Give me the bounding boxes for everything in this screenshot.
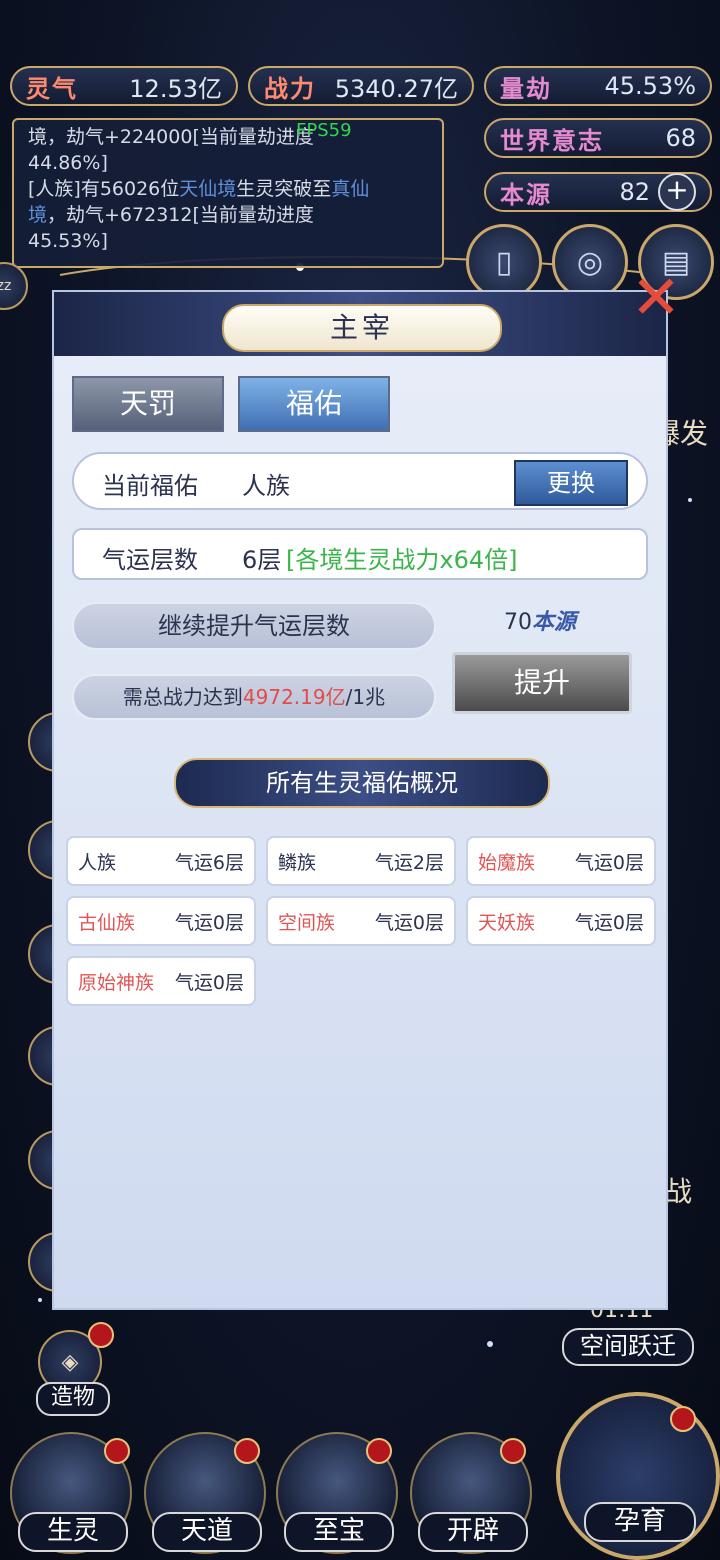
current-blessing-label: 当前福佑 [102,472,198,500]
zhuzai-dialog: 主宰 天罚 福佑 当前福佑 人族 更换 气运层数 6层 [各境生灵战力x64倍]… [54,292,666,1308]
fps-counter: FPS59 [296,120,352,141]
race-name: 人族 [78,851,117,874]
benyuan-label: 本源 [500,180,552,209]
benyuan-stat: 本源 82 + [484,172,712,212]
race-card[interactable]: 鳞族 气运2层 [266,836,456,886]
close-icon[interactable]: ✕ [624,268,688,332]
nav-label: 天道 [152,1512,262,1552]
race-card[interactable]: 人族 气运6层 [66,836,256,886]
change-button[interactable]: 更换 [514,460,628,506]
swirl-icon[interactable]: ◎ [552,224,628,300]
log-highlight: 天仙境 [179,178,237,200]
race-card[interactable]: 原始神族 气运0层 [66,956,256,1006]
lingqi-value: 12.53亿 [129,74,222,103]
current-blessing-value: 人族 [242,472,290,500]
nav-label: 生灵 [18,1512,128,1552]
boost-cost: 70本源 [504,604,576,636]
cost-unit: 本源 [532,610,577,635]
requirement-pill: 需总战力达到4972.19亿/1兆 [72,674,436,720]
card-icon[interactable]: ▯ [466,224,542,300]
benyuan-value: 82 [619,178,650,206]
race-card[interactable]: 空间族 气运0层 [266,896,456,946]
race-level: 气运2层 [374,851,444,874]
qiyun-value: 6层 [242,546,282,574]
notification-dot [104,1438,130,1464]
qiyun-bonus: [各境生灵战力x64倍] [286,546,518,574]
log-text: ，劫气+672312[当前量劫进度 [47,204,314,226]
sleep-icon[interactable]: zz [0,262,28,310]
continue-boost-label: 继续提升气运层数 [72,602,436,650]
shijie-stat: 世界意志 68 [484,118,712,158]
qiyun-row: 气运层数 6层 [各境生灵战力x64倍] [72,528,648,580]
nav-label: 孕育 [584,1502,696,1542]
notification-dot [670,1406,696,1432]
liangjie-stat: 量劫 45.53% [484,66,712,106]
zhan-label[interactable]: 战 [664,1170,692,1210]
add-benyuan-button[interactable]: + [658,173,696,211]
nav-tiandao[interactable]: 天道 [144,1432,266,1554]
log-text: 44.86%] [28,152,108,174]
nav-shengling[interactable]: 生灵 [10,1432,132,1554]
requirement-value: 4972.19亿 [242,685,346,709]
nav-yunyu[interactable]: 孕育 [556,1392,720,1560]
race-name: 始魔族 [478,851,536,874]
tab-fuyou[interactable]: 福佑 [238,376,390,432]
tab-tianfa[interactable]: 天罚 [72,376,224,432]
notification-dot [366,1438,392,1464]
dialog-title: 主宰 [222,304,502,352]
race-name: 空间族 [278,911,336,934]
race-level: 气运0层 [574,851,644,874]
zhanli-stat: 战力 5340.27亿 [248,66,474,106]
cost-amount: 70 [504,610,532,635]
race-level: 气运6层 [174,851,244,874]
race-level: 气运0层 [174,911,244,934]
notification-dot [500,1438,526,1464]
lingqi-stat: 灵气 12.53亿 [10,66,238,106]
current-blessing-row: 当前福佑 人族 更换 [72,452,648,510]
log-text: [人族]有56026位 [28,178,180,200]
overview-title: 所有生灵福佑概况 [174,758,550,808]
log-highlight: 境 [28,204,48,226]
race-card[interactable]: 天妖族 气运0层 [466,896,656,946]
race-name: 天妖族 [478,911,536,934]
zhanli-value: 5340.27亿 [334,74,458,103]
shijie-label: 世界意志 [500,126,604,155]
notification-dot [88,1322,114,1348]
log-text: 45.53%] [28,230,108,252]
zaowu-button[interactable]: 造物 [36,1382,110,1416]
liangjie-label: 量劫 [500,74,552,103]
requirement-prefix: 需总战力达到 [122,685,243,709]
lingqi-label: 灵气 [26,74,78,103]
requirement-suffix: /1兆 [345,685,386,709]
race-name: 古仙族 [78,911,136,934]
qiyun-label: 气运层数 [102,546,198,574]
kongjian-button[interactable]: 空间跃迁 [562,1328,694,1366]
race-level: 气运0层 [374,911,444,934]
shijie-value: 68 [665,124,696,152]
notification-dot [234,1438,260,1464]
race-level: 气运0层 [174,971,244,994]
log-highlight: 真仙 [331,178,370,200]
nav-label: 开辟 [418,1512,528,1552]
nav-kaipi[interactable]: 开辟 [410,1432,532,1554]
log-text: 生灵突破至 [236,178,332,200]
event-log: 境，劫气+224000[当前量劫进度 44.86%] [人族]有56026位天仙… [12,118,444,268]
race-name: 鳞族 [278,851,317,874]
log-text: 境，劫气+224000[当前量劫进度 [28,126,314,148]
race-card[interactable]: 始魔族 气运0层 [466,836,656,886]
liangjie-value: 45.53% [604,72,696,100]
boost-button[interactable]: 提升 [452,652,632,714]
zhanli-label: 战力 [264,74,316,103]
nav-zhibao[interactable]: 至宝 [276,1432,398,1554]
race-card[interactable]: 古仙族 气运0层 [66,896,256,946]
race-level: 气运0层 [574,911,644,934]
race-name: 原始神族 [78,971,155,994]
nav-label: 至宝 [284,1512,394,1552]
